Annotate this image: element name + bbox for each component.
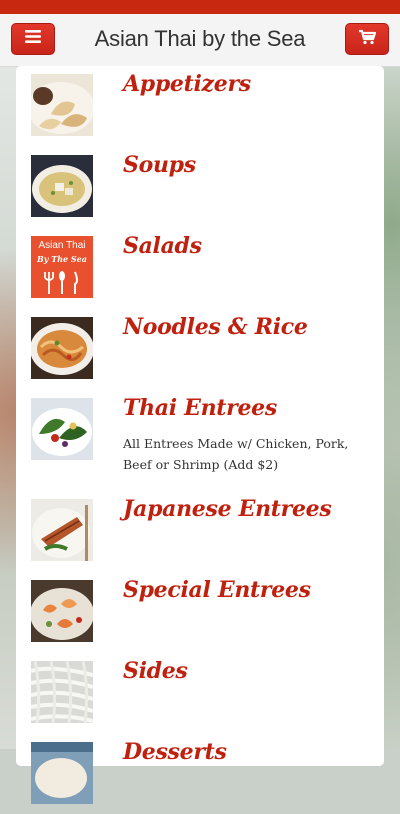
salads-thumbnail: Asian Thai By The Sea (31, 236, 93, 298)
category-label: Salads (123, 233, 202, 259)
japanese-entrees-thumbnail (31, 499, 93, 561)
category-desserts[interactable]: Desserts (31, 734, 376, 814)
category-description: All Entrees Made w/ Chicken, Pork, Beef … (123, 436, 349, 472)
thai-entrees-thumbnail (31, 398, 93, 460)
category-label: Appetizers (123, 71, 251, 97)
category-label: Japanese Entrees (123, 496, 332, 522)
category-label: Soups (123, 152, 196, 178)
menu-category-list: Appetizers Soups Asian Thai By The Sea S… (16, 66, 384, 804)
category-sides[interactable]: Sides (31, 653, 376, 733)
noodles-rice-thumbnail (31, 317, 93, 379)
category-label: Noodles & Rice (123, 314, 308, 340)
salads-logo-text: Asian Thai (38, 240, 86, 251)
category-appetizers[interactable]: Appetizers (31, 66, 376, 146)
category-label: Desserts (123, 739, 227, 765)
category-label: Thai Entrees (123, 395, 277, 421)
page-title: Asian Thai by the Sea (94, 26, 306, 51)
category-soups[interactable]: Soups (31, 147, 376, 227)
cart-button[interactable] (345, 23, 389, 55)
shopping-cart-icon (358, 29, 377, 50)
category-thai-entrees[interactable]: Thai Entrees All Entrees Made w/ Chicken… (31, 390, 376, 490)
category-label: Special Entrees (123, 577, 311, 603)
category-japanese-entrees[interactable]: Japanese Entrees (31, 491, 376, 571)
category-noodles-rice[interactable]: Noodles & Rice (31, 309, 376, 389)
navbar: Asian Thai by the Sea (0, 14, 400, 67)
appetizers-thumbnail (31, 74, 93, 136)
sides-thumbnail (31, 661, 93, 723)
category-label: Sides (123, 658, 188, 684)
desserts-thumbnail (31, 742, 93, 804)
special-entrees-thumbnail (31, 580, 93, 642)
salads-logo-script: By The Sea (37, 254, 87, 264)
category-salads[interactable]: Asian Thai By The Sea Salads (31, 228, 376, 308)
category-special-entrees[interactable]: Special Entrees (31, 572, 376, 652)
soups-thumbnail (31, 155, 93, 217)
top-accent-bar (0, 0, 400, 14)
